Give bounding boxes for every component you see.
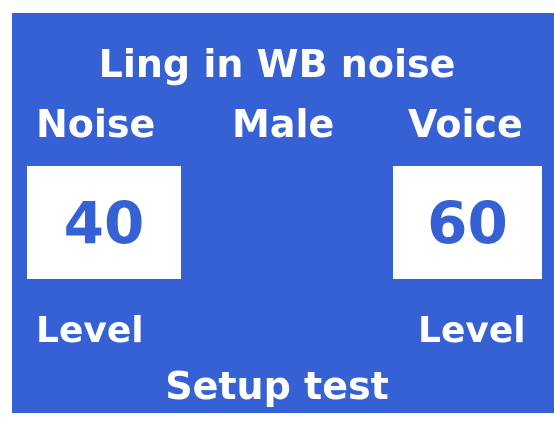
noise-level-label: Level: [36, 310, 144, 351]
noise-level-field[interactable]: 40: [27, 166, 181, 279]
test-panel: Ling in WB noise Noise Male Voice 40 60 …: [12, 13, 554, 413]
setup-test-button[interactable]: Setup test: [12, 367, 542, 405]
talker-label[interactable]: Male: [232, 105, 334, 143]
voice-level-label: Level: [418, 310, 526, 351]
noise-column-label: Noise: [36, 102, 156, 146]
panel-title: Ling in WB noise: [98, 42, 456, 86]
voice-column-label: Voice: [408, 102, 523, 146]
voice-level-field[interactable]: 60: [393, 166, 542, 279]
